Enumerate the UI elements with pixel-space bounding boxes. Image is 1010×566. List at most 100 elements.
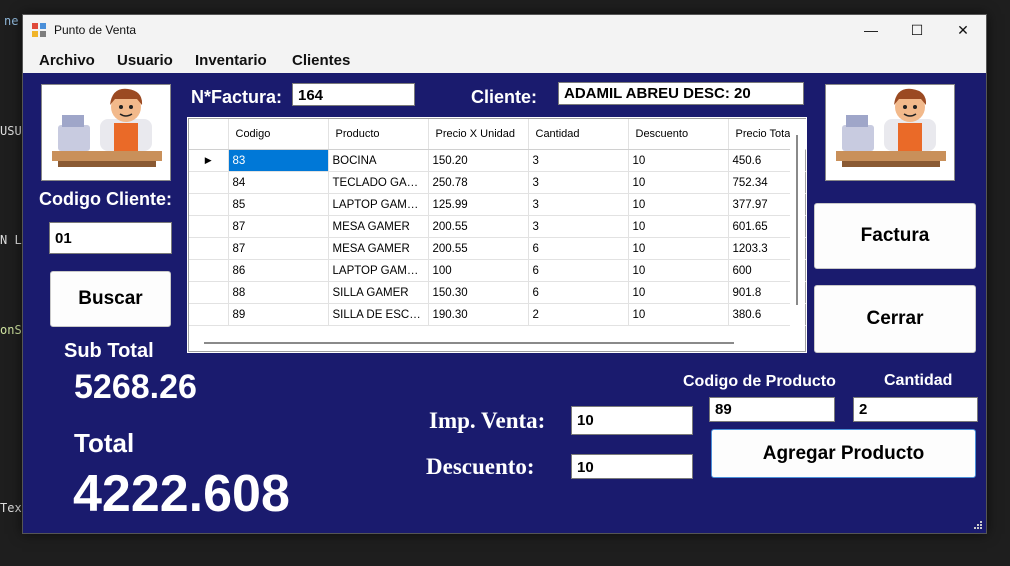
vertical-scrollbar[interactable]	[790, 119, 805, 334]
subtotal-value: 5268.26	[74, 368, 197, 406]
column-header-cantidad[interactable]: Cantidad	[528, 119, 629, 150]
resize-grip-icon[interactable]	[973, 520, 983, 530]
product-code-label: Codigo de Producto	[683, 373, 836, 390]
menu-usuario[interactable]: Usuario	[117, 52, 173, 69]
table-cell[interactable]: SILLA GAMER	[328, 281, 429, 304]
close-button[interactable]: Cerrar	[814, 285, 976, 353]
discount-field[interactable]: 10	[571, 454, 693, 479]
menu-clientes[interactable]: Clientes	[292, 52, 350, 69]
horizontal-scroll-thumb[interactable]	[204, 342, 734, 344]
table-cell[interactable]: 150.30	[428, 281, 529, 304]
table-cell[interactable]: 3	[528, 215, 629, 238]
table-row[interactable]: 86 LAPTOP GAME... 100 6 10 600	[189, 259, 806, 282]
table-cell[interactable]: 190.30	[428, 303, 529, 326]
table-row[interactable]: 84 TECLADO GAMER 250.78 3 10 752.34	[189, 171, 806, 194]
discount-label: Descuento:	[426, 454, 535, 479]
column-header-codigo[interactable]: Codigo	[228, 119, 329, 150]
table-cell[interactable]: 10	[628, 259, 729, 282]
background-text: ne	[4, 14, 19, 28]
table-cell[interactable]: 250.78	[428, 171, 529, 194]
app-icon	[32, 23, 46, 37]
table-cell[interactable]: MESA GAMER	[328, 237, 429, 260]
minimize-button[interactable]: —	[848, 15, 894, 46]
add-product-button[interactable]: Agregar Producto	[711, 429, 976, 478]
products-grid[interactable]: Codigo Producto Precio X Unidad Cantidad…	[187, 117, 807, 353]
row-header[interactable]	[189, 171, 229, 194]
table-cell[interactable]: 89	[228, 303, 329, 326]
background-text: N L	[0, 233, 22, 247]
cashier-image	[825, 84, 955, 181]
table-cell[interactable]: 10	[628, 281, 729, 304]
client-label: Cliente:	[471, 87, 538, 107]
horizontal-scrollbar[interactable]	[189, 334, 805, 351]
subtotal-label: Sub Total	[64, 340, 154, 362]
background-text: onS	[0, 323, 22, 337]
table-cell[interactable]: 3	[528, 171, 629, 194]
invoice-number-label: N*Factura:	[191, 87, 283, 107]
table-cell[interactable]: LAPTOP GAME...	[328, 259, 429, 282]
table-cell[interactable]: 85	[228, 193, 329, 216]
column-header-descuento[interactable]: Descuento	[628, 119, 729, 150]
invoice-button[interactable]: Factura	[814, 203, 976, 269]
row-header[interactable]	[189, 237, 229, 260]
client-field[interactable]: ADAMIL ABREU DESC: 20	[558, 82, 804, 105]
column-header-precio-unidad[interactable]: Precio X Unidad	[428, 119, 529, 150]
row-header[interactable]	[189, 281, 229, 304]
pos-window: Punto de Venta — ☐ ✕ Archivo Usuario Inv…	[22, 14, 987, 534]
client-code-label: Codigo Cliente:	[39, 189, 172, 209]
table-cell[interactable]: MESA GAMER	[328, 215, 429, 238]
table-cell[interactable]: 83	[228, 149, 329, 172]
table-cell[interactable]: SILLA DE ESCRI...	[328, 303, 429, 326]
table-cell[interactable]: 6	[528, 281, 629, 304]
table-row[interactable]: 88 SILLA GAMER 150.30 6 10 901.8	[189, 281, 806, 304]
search-button[interactable]: Buscar	[50, 271, 171, 327]
table-cell[interactable]: 125.99	[428, 193, 529, 216]
table-row[interactable]: 87 MESA GAMER 200.55 3 10 601.65	[189, 215, 806, 238]
table-cell[interactable]: 88	[228, 281, 329, 304]
table-cell[interactable]: BOCINA	[328, 149, 429, 172]
menu-archivo[interactable]: Archivo	[39, 52, 95, 69]
table-cell[interactable]: 84	[228, 171, 329, 194]
tax-field[interactable]: 10	[571, 406, 693, 435]
table-row[interactable]: 87 MESA GAMER 200.55 6 10 1203.3	[189, 237, 806, 260]
current-row-arrow-icon: ▶	[189, 149, 229, 172]
table-cell[interactable]: 10	[628, 237, 729, 260]
table-cell[interactable]: 10	[628, 303, 729, 326]
vertical-scroll-thumb[interactable]	[796, 135, 798, 305]
invoice-number-field[interactable]: 164	[292, 83, 415, 106]
table-cell[interactable]: 3	[528, 149, 629, 172]
tax-label: Imp. Venta:	[429, 408, 546, 433]
table-cell[interactable]: 3	[528, 193, 629, 216]
table-cell[interactable]: 10	[628, 193, 729, 216]
row-header[interactable]	[189, 303, 229, 326]
table-cell[interactable]: 86	[228, 259, 329, 282]
table-cell[interactable]: 10	[628, 149, 729, 172]
menu-inventario[interactable]: Inventario	[195, 52, 267, 69]
table-cell[interactable]: 200.55	[428, 237, 529, 260]
row-header[interactable]	[189, 193, 229, 216]
row-header[interactable]	[189, 215, 229, 238]
table-header-row: Codigo Producto Precio X Unidad Cantidad…	[189, 119, 806, 150]
column-header-producto[interactable]: Producto	[328, 119, 429, 150]
product-code-field[interactable]: 89	[709, 397, 835, 422]
table-cell[interactable]: TECLADO GAMER	[328, 171, 429, 194]
table-row[interactable]: 85 LAPTOP GAME... 125.99 3 10 377.97	[189, 193, 806, 216]
table-cell[interactable]: 200.55	[428, 215, 529, 238]
client-code-field[interactable]: 01	[49, 222, 172, 254]
table-cell[interactable]: 10	[628, 171, 729, 194]
table-row[interactable]: 89 SILLA DE ESCRI... 190.30 2 10 380.6	[189, 303, 806, 326]
table-cell[interactable]: 150.20	[428, 149, 529, 172]
table-cell[interactable]: 10	[628, 215, 729, 238]
table-cell[interactable]: 100	[428, 259, 529, 282]
quantity-field[interactable]: 2	[853, 397, 978, 422]
table-cell[interactable]: 2	[528, 303, 629, 326]
table-cell[interactable]: 87	[228, 215, 329, 238]
table-cell[interactable]: LAPTOP GAME...	[328, 193, 429, 216]
close-window-button[interactable]: ✕	[940, 15, 986, 46]
table-row[interactable]: ▶ 83 BOCINA 150.20 3 10 450.6	[189, 149, 806, 172]
row-header[interactable]	[189, 259, 229, 282]
maximize-button[interactable]: ☐	[894, 15, 940, 46]
table-cell[interactable]: 6	[528, 259, 629, 282]
table-cell[interactable]: 6	[528, 237, 629, 260]
table-cell[interactable]: 87	[228, 237, 329, 260]
